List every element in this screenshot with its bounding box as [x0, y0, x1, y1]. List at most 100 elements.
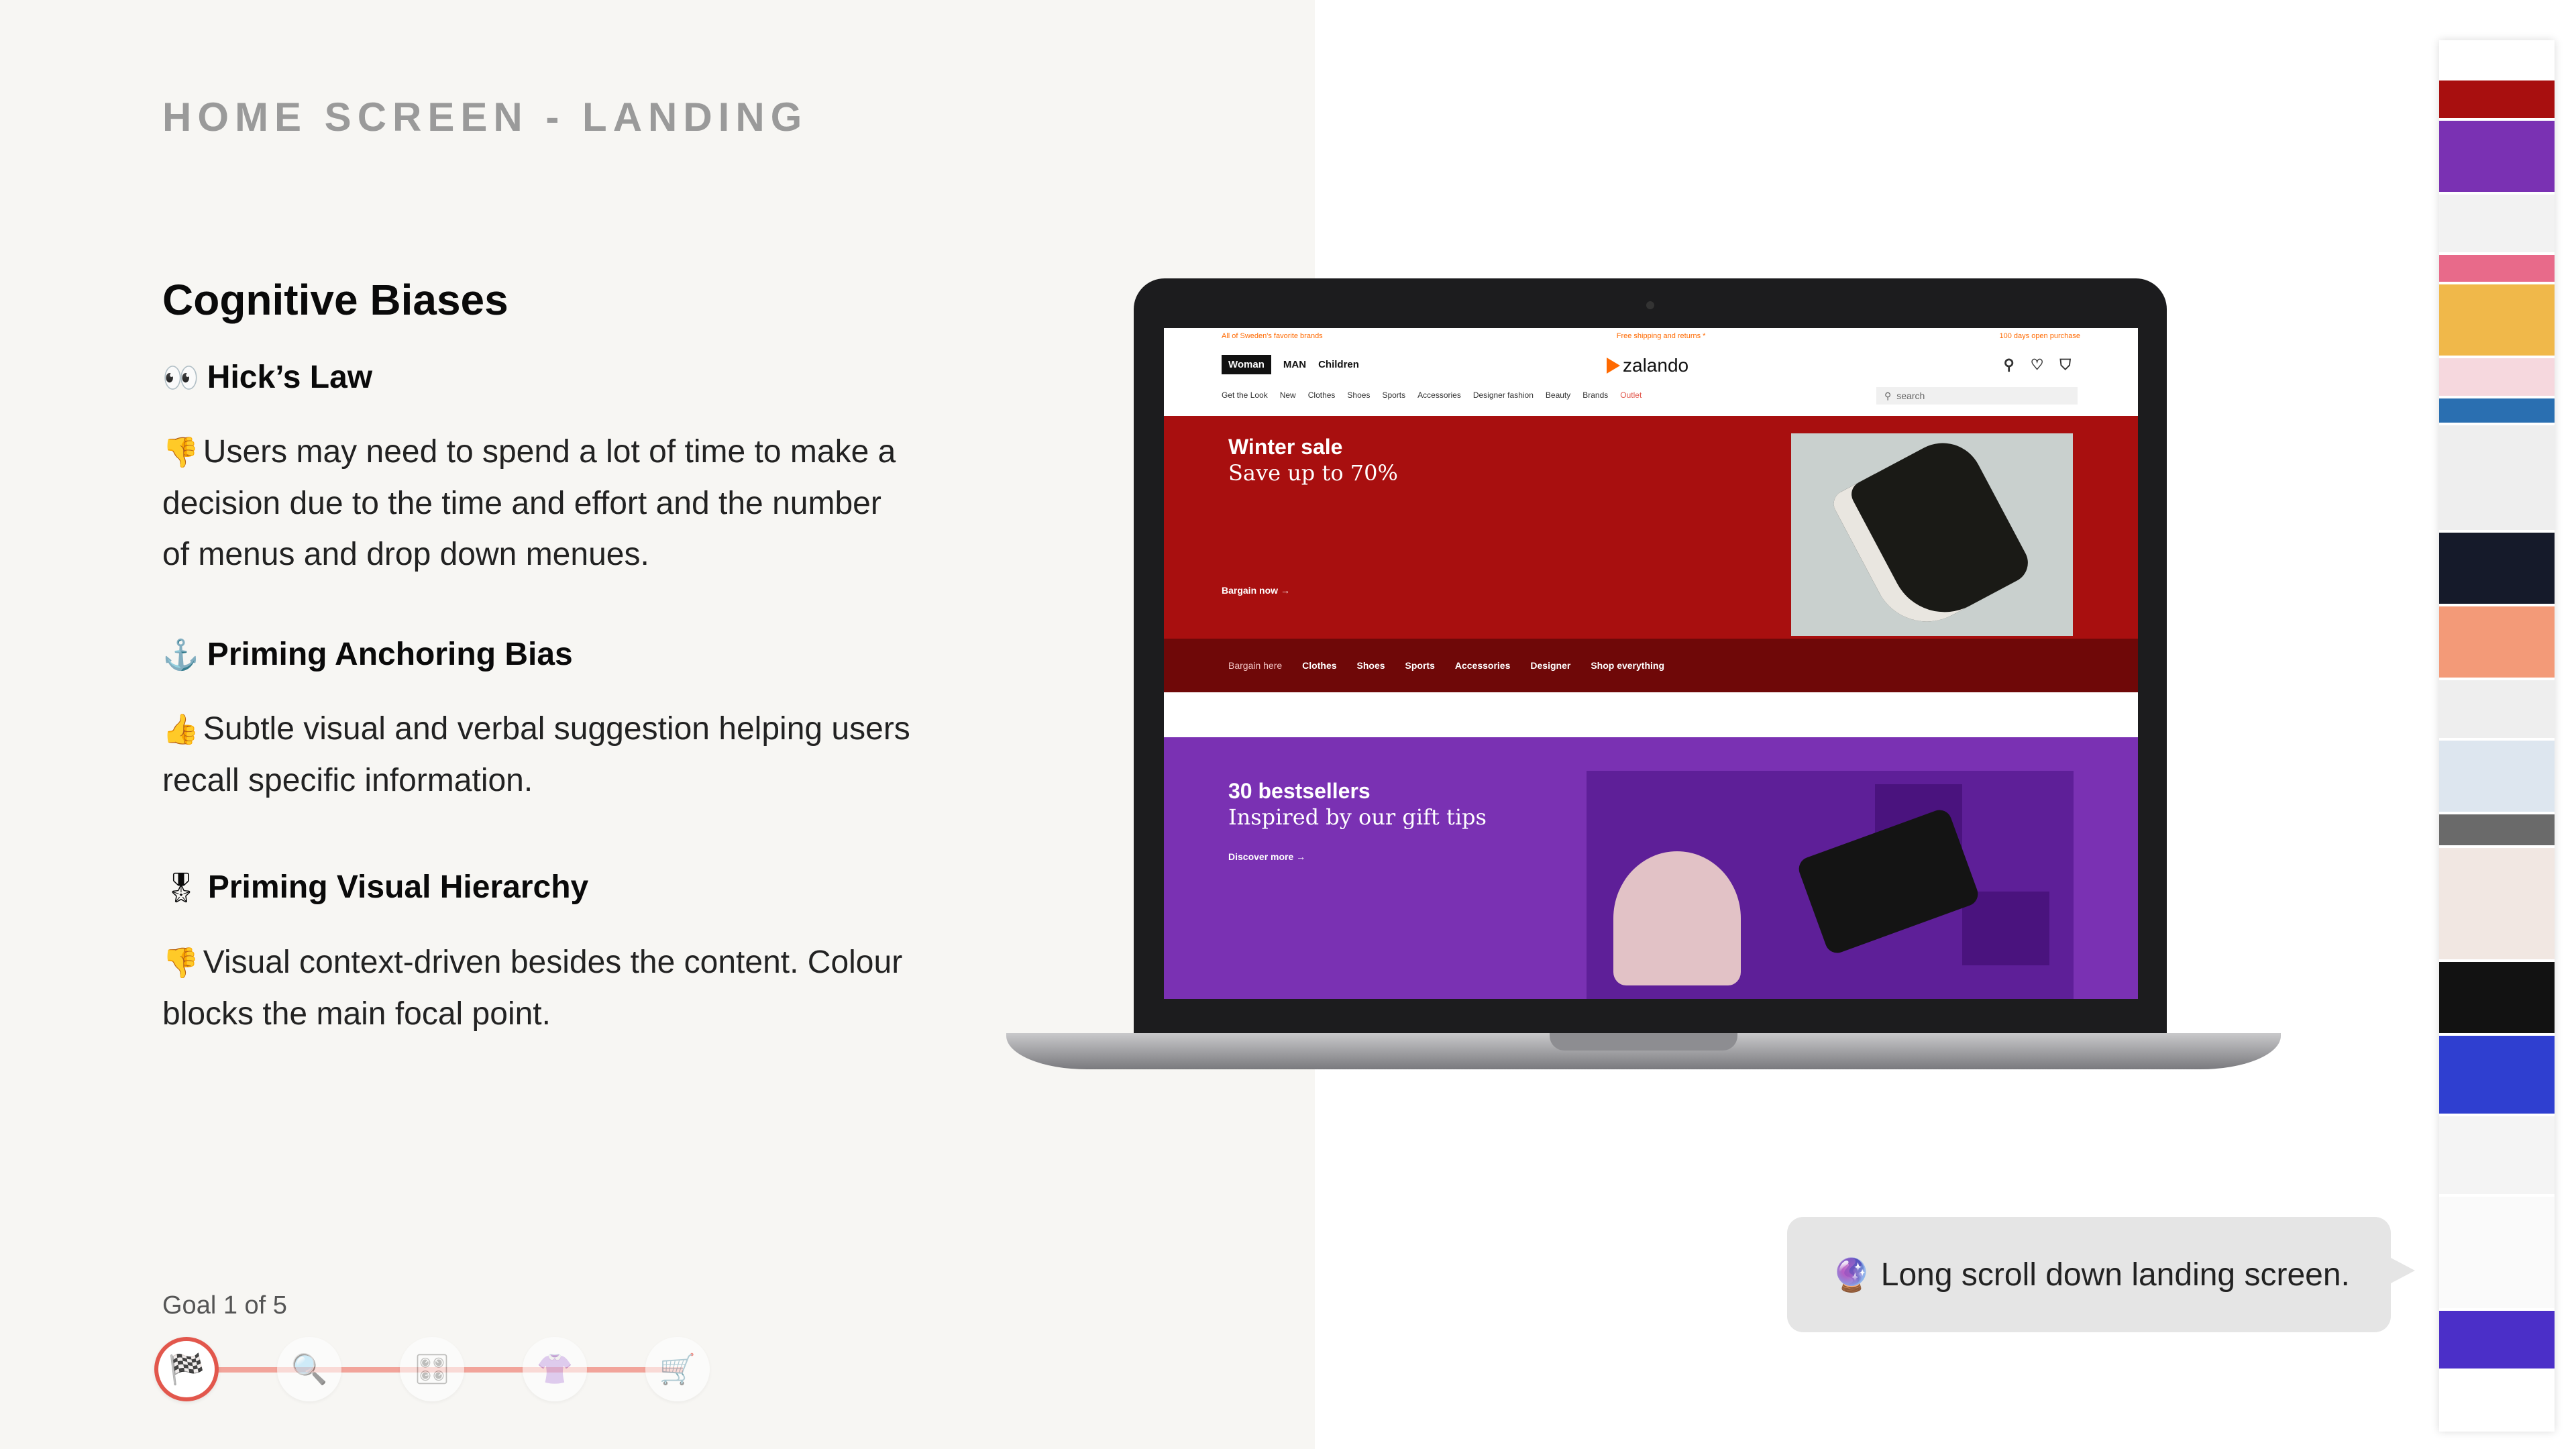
step-4-blouse-icon[interactable]: 👚 — [523, 1337, 587, 1401]
cat-clothes[interactable]: Clothes — [1308, 390, 1336, 400]
sub-bargain-here[interactable]: Bargain here — [1228, 660, 1282, 671]
user-icon[interactable]: ⚲ — [2004, 356, 2015, 374]
step-5-cart-icon[interactable]: 🛒 — [645, 1337, 710, 1401]
page-title: HOME SCREEN - LANDING — [162, 95, 808, 140]
thumbs-down-icon: 👎 — [162, 947, 199, 979]
zalando-logo[interactable]: zalando — [1607, 355, 1688, 376]
winter-subtitle: Save up to 70% — [1228, 460, 1398, 486]
bias-heading-visual-hierarchy: 🎖 Priming Visual Hierarchy — [162, 869, 588, 906]
step-1-finish-flag-icon[interactable]: 🏁 — [154, 1337, 219, 1401]
site-search-input[interactable]: ⚲ search — [1876, 387, 2078, 405]
tab-man[interactable]: MAN — [1283, 359, 1306, 370]
bag-icon[interactable]: ⛉ — [2059, 356, 2071, 374]
sub-sports[interactable]: Sports — [1405, 660, 1435, 671]
section-title: Cognitive Biases — [162, 276, 508, 324]
discover-more-link[interactable]: Discover more → — [1228, 851, 1305, 862]
note-text: Long scroll down landing screen. — [1880, 1256, 2350, 1293]
note-bubble: 🔮 Long scroll down landing screen. — [1787, 1217, 2415, 1332]
bias-heading-label: Priming Anchoring Bias — [207, 637, 573, 672]
bestsellers-subtitle: Inspired by our gift tips — [1228, 804, 1487, 830]
winter-sale-banner[interactable]: Winter sale Save up to 70% Bargain now → — [1164, 416, 2138, 641]
category-bar: Get the Look New Clothes Shoes Sports Ac… — [1164, 384, 2138, 406]
step-2-search-icon[interactable]: 🔍 — [277, 1337, 341, 1401]
camera-icon — [1646, 301, 1654, 309]
thumb-block — [2439, 533, 2555, 606]
cat-shoes[interactable]: Shoes — [1347, 390, 1370, 400]
sub-shoes[interactable]: Shoes — [1357, 660, 1385, 671]
thumb-block — [2439, 255, 2555, 284]
tab-woman[interactable]: Woman — [1222, 354, 1271, 374]
crystal-ball-icon: 🔮 — [1831, 1257, 1872, 1293]
thumb-block — [2439, 962, 2555, 1036]
cat-new[interactable]: New — [1280, 390, 1296, 400]
bestsellers-banner[interactable]: 30 bestsellers Inspired by our gift tips… — [1164, 737, 2138, 999]
gift-box-shape — [1962, 892, 2049, 965]
handbag-shape — [1795, 806, 1982, 957]
bias-desc-anchoring: 👍 Subtle visual and verbal suggestion hel… — [162, 704, 914, 806]
bias-desc-text: Subtle visual and verbal suggestion help… — [162, 711, 910, 798]
goal-progress: 🏁 🔍 🎛 👚 🛒 — [154, 1337, 711, 1401]
cat-designer-fashion[interactable]: Designer fashion — [1473, 390, 1534, 400]
promo-right[interactable]: 100 days open purchase — [2000, 332, 2080, 340]
tab-children[interactable]: Children — [1318, 359, 1359, 370]
promo-strip: All of Sweden's favorite brands Free shi… — [1164, 328, 2138, 344]
thumbs-down-icon: 👎 — [162, 436, 199, 469]
thumb-block — [2439, 1036, 2555, 1116]
bias-desc-text: Users may need to spend a lot of time to… — [162, 434, 896, 572]
thumb-block — [2439, 358, 2555, 398]
thumbs-up-icon: 👍 — [162, 713, 199, 746]
promo-left[interactable]: All of Sweden's favorite brands — [1222, 332, 1323, 340]
cat-beauty[interactable]: Beauty — [1546, 390, 1570, 400]
coat-shape — [1829, 429, 2035, 641]
winter-title: Winter sale — [1228, 435, 1343, 459]
anchor-icon: ⚓ — [162, 638, 199, 672]
bias-heading-label: Hick’s Law — [207, 360, 373, 395]
step-3-filter-icon[interactable]: 🎛 — [400, 1337, 464, 1401]
sub-shop-everything[interactable]: Shop everything — [1591, 660, 1664, 671]
bestsellers-title: 30 bestsellers — [1228, 779, 1371, 803]
bargain-now-link[interactable]: Bargain now → — [1222, 585, 1290, 596]
bias-desc-text: Visual context-driven besides the conten… — [162, 945, 903, 1032]
cat-brands[interactable]: Brands — [1582, 390, 1608, 400]
sub-accessories[interactable]: Accessories — [1455, 660, 1511, 671]
thumb-block — [2439, 195, 2555, 255]
sub-clothes[interactable]: Clothes — [1302, 660, 1336, 671]
search-placeholder: search — [1896, 390, 1925, 401]
thumb-block — [2439, 680, 2555, 741]
winter-coat-image — [1791, 429, 2073, 641]
search-icon: ⚲ — [1884, 390, 1892, 401]
laptop-mockup: All of Sweden's favorite brands Free shi… — [1006, 278, 2294, 1097]
winter-sub-links: Bargain here Clothes Shoes Sports Access… — [1164, 639, 2138, 692]
cat-get-the-look[interactable]: Get the Look — [1222, 390, 1268, 400]
thumb-block — [2439, 121, 2555, 195]
cat-accessories[interactable]: Accessories — [1417, 390, 1461, 400]
bias-heading-label: Priming Visual Hierarchy — [207, 869, 589, 905]
bias-heading-anchoring: ⚓ Priming Anchoring Bias — [162, 636, 573, 673]
thumb-block — [2439, 1197, 2555, 1311]
thumb-block — [2439, 814, 2555, 848]
laptop-notch — [1550, 1033, 1737, 1051]
laptop-lid: All of Sweden's favorite brands Free shi… — [1134, 278, 2167, 1036]
cat-outlet[interactable]: Outlet — [1620, 390, 1642, 400]
heart-icon[interactable]: ♡ — [2031, 356, 2044, 374]
thumb-block — [2439, 741, 2555, 814]
lingerie-shape — [1613, 851, 1741, 985]
eyes-icon: 👀 — [162, 361, 199, 394]
bias-heading-hicks-law: 👀 Hick’s Law — [162, 359, 372, 396]
thumb-block — [2439, 1311, 2555, 1371]
thumb-block — [2439, 284, 2555, 358]
cat-sports[interactable]: Sports — [1382, 390, 1405, 400]
sub-designer[interactable]: Designer — [1530, 660, 1570, 671]
thumb-block — [2439, 398, 2555, 425]
thumb-block — [2439, 848, 2555, 962]
bias-desc-hicks-law: 👎 Users may need to spend a lot of time t… — [162, 427, 914, 580]
goal-label: Goal 1 of 5 — [162, 1291, 287, 1320]
thumb-block — [2439, 1116, 2555, 1197]
logo-text: zalando — [1623, 355, 1689, 376]
medal-icon: 🎖 — [162, 871, 200, 904]
thumb-block — [2439, 40, 2555, 80]
promo-mid[interactable]: Free shipping and returns * — [1617, 332, 1706, 340]
site-nav: Woman MAN Children zalando ⚲ ♡ ⛉ — [1164, 344, 2138, 384]
site-icons: ⚲ ♡ ⛉ — [2004, 356, 2071, 374]
long-scroll-thumbnail[interactable] — [2439, 40, 2555, 1432]
